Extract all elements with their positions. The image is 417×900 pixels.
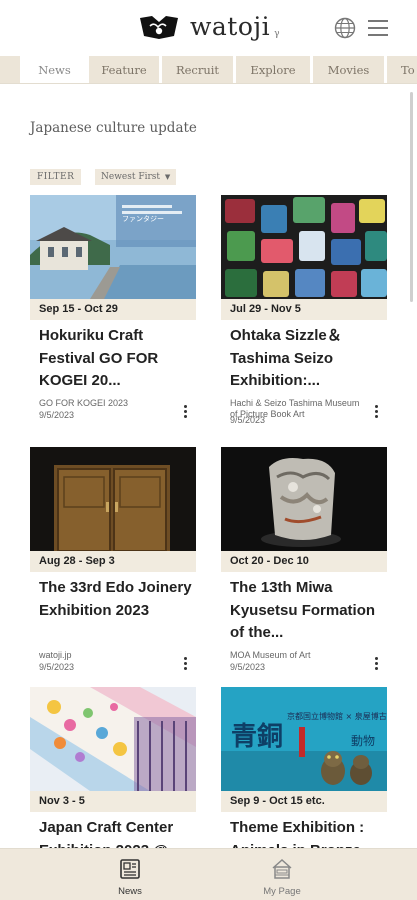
tab-explore[interactable]: Explore — [236, 56, 313, 83]
house-icon — [272, 858, 292, 879]
card-date: 9/5/2023 — [230, 662, 266, 672]
caret-down-icon: ▼ — [164, 173, 171, 181]
card-image — [221, 195, 387, 299]
nav-my-page-label: My Page — [263, 886, 301, 897]
card-source: watoji.jp — [39, 650, 72, 660]
watoji-logo-icon — [140, 15, 178, 39]
card-source: MOA Museum of Art — [230, 650, 311, 660]
tab-feature[interactable]: Feature — [89, 56, 162, 83]
nav-news-label: News — [118, 886, 142, 897]
svg-text:青銅: 青銅 — [231, 721, 283, 752]
card-title[interactable]: Ohtaka Sizzle＆ Tashima Seizo Exhibition:… — [230, 325, 386, 393]
more-options-icon[interactable] — [373, 657, 379, 673]
hamburger-menu-icon[interactable] — [367, 18, 389, 38]
card-date: 9/5/2023 — [39, 662, 75, 672]
card-source: GO FOR KOGEI 2023 — [39, 398, 129, 408]
tab-recruit[interactable]: Recruit — [162, 56, 236, 83]
news-card[interactable]: Nov 3 - 5 Japan Craft Center Exhibition … — [30, 687, 196, 848]
filter-button[interactable]: FILTER — [30, 169, 82, 185]
bottom-navigation: News My Page — [0, 848, 417, 900]
card-title[interactable]: Japan Craft Center Exhibition 2023 @... — [39, 817, 195, 848]
brand-superscript: γ — [274, 28, 280, 39]
news-card[interactable]: ファンタジー Sep 15 - Oct 29 Hokuriku Craft Fe… — [30, 195, 196, 429]
watoji-logo[interactable]: watoji γ — [138, 12, 280, 41]
news-card[interactable]: Jul 29 - Nov 5 Ohtaka Sizzle＆ Tashima Se… — [221, 195, 387, 429]
card-date-range: Jul 29 - Nov 5 — [221, 299, 387, 320]
card-image — [30, 447, 196, 551]
card-date: 9/5/2023 — [39, 410, 75, 420]
category-tabs: News Feature Recruit Explore Movies To — [0, 56, 417, 84]
card-date-range: Oct 20 - Dec 10 — [221, 551, 387, 572]
card-title[interactable]: Theme Exhibition : Animals in Bronze... — [230, 817, 386, 848]
nav-my-page[interactable]: My Page — [247, 849, 317, 900]
svg-text:動物: 動物 — [351, 734, 375, 748]
newspaper-icon — [120, 859, 140, 879]
news-card[interactable]: Oct 20 - Dec 10 The 13th Miwa Kyusetsu F… — [221, 447, 387, 681]
card-date-range: Nov 3 - 5 — [30, 791, 196, 812]
card-image: 青銅 京都国立博物館 × 泉屋博古館 動物 — [221, 687, 387, 791]
card-title[interactable]: Hokuriku Craft Festival GO FOR KOGEI 20.… — [39, 325, 195, 393]
card-title[interactable]: The 33rd Edo Joinery Exhibition 2023 — [39, 577, 195, 645]
more-options-icon[interactable] — [373, 405, 379, 421]
card-date-range: Aug 28 - Sep 3 — [30, 551, 196, 572]
news-card[interactable]: 青銅 京都国立博物館 × 泉屋博古館 動物 Sep 9 - Oct 15 etc… — [221, 687, 387, 848]
tab-news[interactable]: News — [23, 56, 89, 83]
app-header: watoji γ — [0, 0, 417, 56]
card-date-range: Sep 15 - Oct 29 — [30, 299, 196, 320]
sort-label: Newest First — [101, 172, 160, 182]
news-feed[interactable]: Japanese culture update FILTER Newest Fi… — [0, 85, 417, 848]
tab-movies[interactable]: Movies — [313, 56, 387, 83]
more-options-icon[interactable] — [182, 405, 188, 421]
tab-next-partial[interactable]: To — [387, 56, 417, 83]
card-image-caption: ファンタジー — [122, 214, 164, 223]
news-card[interactable]: Aug 28 - Sep 3 The 33rd Edo Joinery Exhi… — [30, 447, 196, 681]
card-image — [221, 447, 387, 551]
scrollbar[interactable] — [410, 92, 413, 302]
globe-icon[interactable] — [334, 17, 356, 39]
brand-name: watoji — [190, 12, 271, 41]
section-title: Japanese culture update — [30, 120, 197, 136]
card-image — [30, 687, 196, 791]
sort-dropdown[interactable]: Newest First ▼ — [95, 169, 177, 185]
more-options-icon[interactable] — [182, 657, 188, 673]
card-title[interactable]: The 13th Miwa Kyusetsu Formation of the.… — [230, 577, 386, 645]
card-image: ファンタジー — [30, 195, 196, 299]
nav-news[interactable]: News — [95, 849, 165, 900]
card-image-caption: 京都国立博物館 × 泉屋博古館 — [287, 711, 387, 721]
tab-spacer — [0, 56, 23, 83]
card-date: 9/5/2023 — [230, 415, 266, 425]
card-date-range: Sep 9 - Oct 15 etc. — [221, 791, 387, 812]
